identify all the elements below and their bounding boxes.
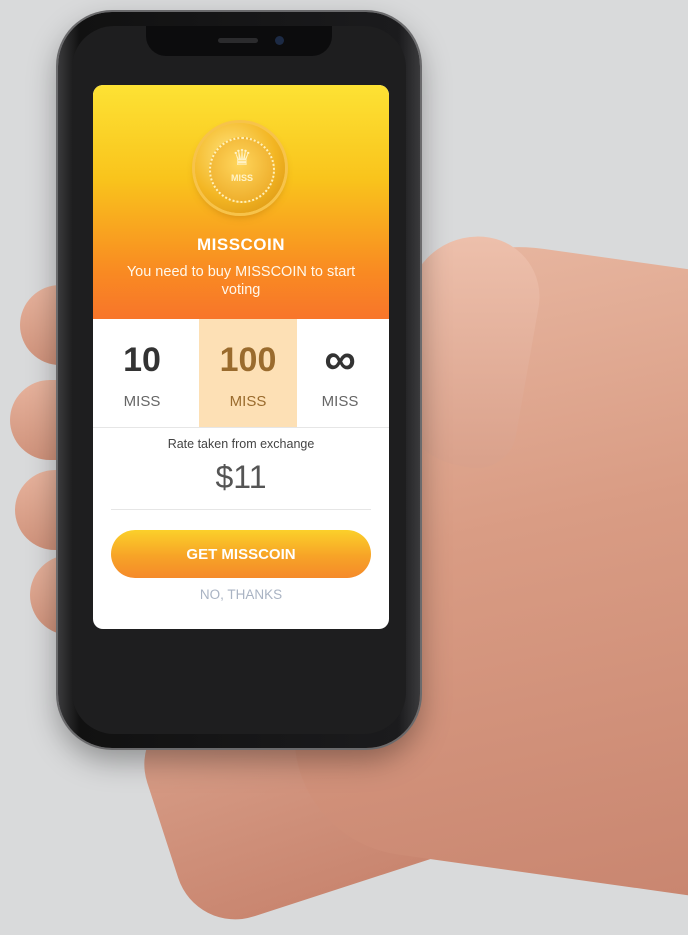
- option-unlimited[interactable]: ∞ MISS: [291, 319, 389, 427]
- coin-face: ♛ MISS: [209, 137, 275, 203]
- infinity-icon: ∞: [324, 335, 356, 384]
- get-misscoin-button[interactable]: GET MISSCOIN: [111, 530, 371, 578]
- option-unit: MISS: [229, 393, 267, 410]
- misscoin-logo: ♛ MISS: [195, 123, 285, 213]
- option-amount: 10: [123, 341, 161, 379]
- dialog-header: ♛ MISS MISSCOIN You need to buy MISSCOIN…: [93, 85, 389, 319]
- dialog-title: MISSCOIN: [196, 235, 286, 254]
- amount-options: 10 MISS 100 MISS ∞ MISS: [93, 319, 389, 428]
- camera-icon: [275, 36, 284, 45]
- misscoin-crown-icon: ♛: [232, 145, 252, 170]
- coin-label: MISS: [230, 173, 253, 183]
- divider: [111, 509, 371, 510]
- option-unit: MISS: [321, 393, 359, 410]
- option-amount: 100: [219, 341, 277, 379]
- buy-misscoin-dialog: ♛ MISS MISSCOIN You need to buy MISSCOIN…: [93, 85, 389, 629]
- option-100[interactable]: 100 MISS: [199, 319, 297, 427]
- option-10[interactable]: 10 MISS: [93, 319, 191, 427]
- no-thanks-link[interactable]: NO, THANKS: [181, 587, 301, 603]
- price-value: $11: [215, 459, 267, 495]
- speaker-icon: [218, 38, 258, 43]
- rate-label: Rate taken from exchange: [167, 437, 315, 451]
- option-unit: MISS: [123, 393, 161, 410]
- dialog-subtitle: You need to buy MISSCOIN to start voting: [126, 264, 356, 298]
